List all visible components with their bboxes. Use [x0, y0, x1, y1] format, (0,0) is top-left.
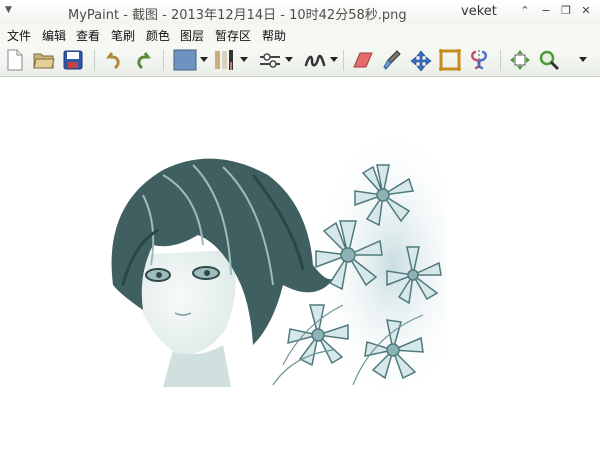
stroke-dropdown-icon[interactable] [330, 57, 338, 62]
new-file-icon[interactable] [3, 48, 27, 72]
toolbar-separator [163, 50, 164, 71]
redo-icon[interactable] [131, 48, 155, 72]
color-swatch-icon[interactable] [172, 48, 198, 72]
menu-edit[interactable]: 编辑 [42, 27, 66, 44]
toolbar-separator [343, 50, 344, 71]
user-label: veket [461, 4, 497, 19]
menu-brush[interactable]: 笔刷 [111, 27, 135, 44]
menu-scratchpad[interactable]: 暂存区 [215, 27, 251, 44]
canvas-area[interactable] [0, 78, 600, 473]
save-icon[interactable] [61, 48, 85, 72]
adjust-icon[interactable] [257, 48, 283, 72]
adjust-dropdown-icon[interactable] [285, 57, 293, 62]
close-icon[interactable]: ✕ [578, 3, 594, 19]
menu-help[interactable]: 帮助 [262, 27, 286, 44]
menu-bar: 文件 编辑 查看 笔刷 颜色 图层 暂存区 帮助 [0, 24, 600, 44]
menu-view[interactable]: 查看 [76, 27, 100, 44]
minimize-icon[interactable]: − [538, 3, 554, 19]
zoom-icon[interactable] [537, 48, 561, 72]
window-menu-icon[interactable]: ▼ [5, 5, 12, 15]
open-folder-icon[interactable] [32, 48, 56, 72]
symmetry-icon[interactable] [467, 48, 491, 72]
pan-icon[interactable] [409, 48, 433, 72]
artwork-image [103, 135, 447, 387]
toolbar-separator [94, 50, 95, 71]
window-title: MyPaint - 截图 - 2013年12月14日 - 10时42分58秒.p… [68, 8, 407, 23]
picker-icon[interactable] [380, 48, 404, 72]
maximize-icon[interactable]: ❐ [558, 3, 574, 19]
color-dropdown-icon[interactable] [200, 57, 208, 62]
frame-icon[interactable] [438, 48, 462, 72]
menu-layer[interactable]: 图层 [180, 27, 204, 44]
menu-color[interactable]: 颜色 [146, 27, 170, 44]
undo-icon[interactable] [102, 48, 126, 72]
move-icon[interactable] [508, 48, 532, 72]
window-up-icon[interactable]: ⌃ [517, 3, 533, 19]
overflow-icon[interactable] [579, 57, 587, 62]
brush-icon[interactable] [212, 48, 238, 72]
eraser-icon[interactable] [351, 48, 375, 72]
stroke-icon[interactable] [302, 48, 328, 72]
brush-dropdown-icon[interactable] [240, 57, 248, 62]
toolbar [0, 44, 600, 77]
menu-file[interactable]: 文件 [7, 27, 31, 44]
title-bar: ▼ MyPaint - 截图 - 2013年12月14日 - 10时42分58秒… [0, 0, 600, 24]
toolbar-separator [500, 50, 501, 71]
